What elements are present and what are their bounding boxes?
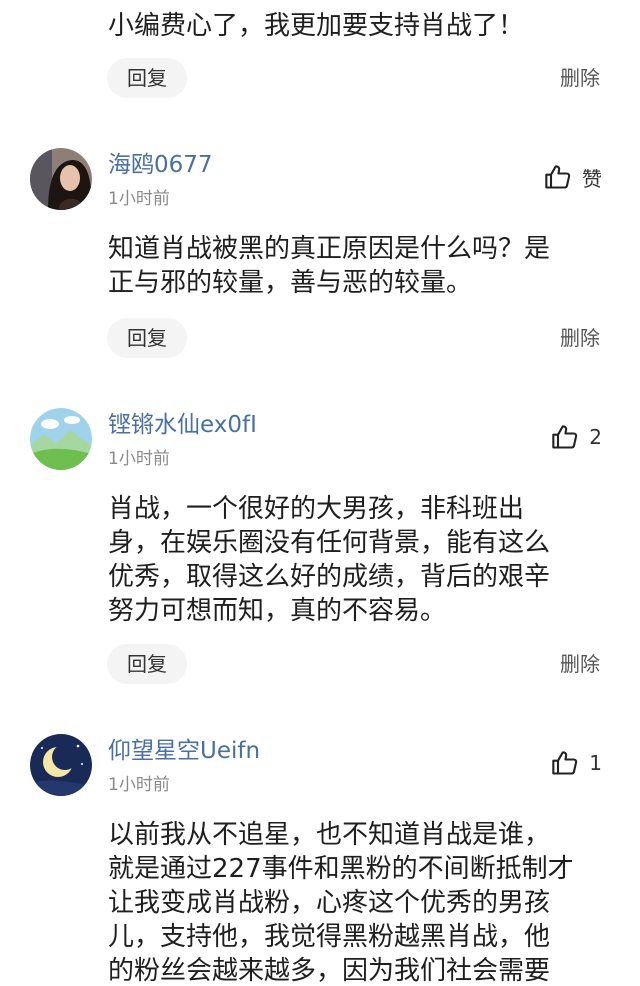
timestamp: 1小时前: [108, 775, 170, 795]
user-avatar[interactable]: [30, 408, 92, 470]
username[interactable]: 铿锵水仙ex0fI: [108, 410, 257, 440]
comment-text: 以前我从不追星，也不知道肖战是谁， 就是通过227事件和黑粉的不间断抵制才 让我…: [108, 818, 608, 986]
comment-line: 就是通过227事件和黑粉的不间断抵制才: [108, 854, 574, 884]
reply-button[interactable]: 回复: [107, 58, 187, 98]
comment-line: 儿，支持他，我觉得黑粉越黑肖战，他: [108, 922, 551, 952]
like-button[interactable]: 1: [551, 746, 602, 780]
timestamp: 1小时前: [108, 449, 170, 469]
user-avatar[interactable]: [30, 734, 92, 796]
comment-line: 知道肖战被黑的真正原因是什么吗？是: [108, 234, 551, 264]
comment-text: 小编费心了，我更加要支持肖战了！: [108, 11, 525, 41]
comment-line: 身，在娱乐圈没有任何背景，能有这么: [108, 528, 551, 558]
username[interactable]: 海鸥0677: [108, 150, 213, 180]
thumbs-up-icon: [552, 425, 578, 449]
comment-line: 以前我从不追星，也不知道肖战是谁，: [108, 820, 551, 850]
comment-actions: 回复 删除: [0, 318, 640, 360]
like-count: 2: [589, 425, 602, 449]
comment-actions: 回复 删除: [0, 58, 640, 100]
comment-line: 的粉丝会越来越多，因为我们社会需要: [108, 956, 551, 986]
comment-line: 努力可想而知，真的不容易。: [108, 596, 447, 626]
delete-button[interactable]: 删除: [560, 58, 600, 98]
delete-button[interactable]: 删除: [560, 318, 600, 358]
username[interactable]: 仰望星空Ueifn: [108, 736, 260, 766]
crescent-moon-avatar-icon: [30, 734, 92, 796]
timestamp: 1小时前: [108, 189, 170, 209]
like-button[interactable]: 赞: [544, 160, 602, 194]
like-label: 赞: [582, 166, 602, 191]
delete-button[interactable]: 删除: [560, 644, 600, 684]
comment-text: 知道肖战被黑的真正原因是什么吗？是 正与邪的较量，善与恶的较量。: [108, 232, 608, 300]
user-avatar[interactable]: [30, 148, 92, 210]
woman-portrait-avatar-icon: [30, 148, 92, 210]
landscape-avatar-icon: [30, 408, 92, 470]
reply-button[interactable]: 回复: [107, 318, 187, 358]
reply-button[interactable]: 回复: [107, 644, 187, 684]
thumbs-up-icon: [552, 751, 578, 775]
like-count: 1: [589, 751, 602, 775]
comment-actions: 回复 删除: [0, 644, 640, 686]
comment-text: 肖战，一个很好的大男孩，非科班出 身，在娱乐圈没有任何背景，能有这么 优秀，取得…: [108, 492, 608, 628]
comment-line: 优秀，取得这么好的成绩，背后的艰辛: [108, 562, 551, 592]
thumbs-up-icon: [545, 165, 571, 189]
comment-line: 肖战，一个很好的大男孩，非科班出: [108, 494, 525, 524]
like-button[interactable]: 2: [551, 420, 602, 454]
comment-line: 正与邪的较量，善与恶的较量。: [108, 268, 473, 298]
comment-line: 让我变成肖战粉，心疼这个优秀的男孩: [108, 888, 551, 918]
